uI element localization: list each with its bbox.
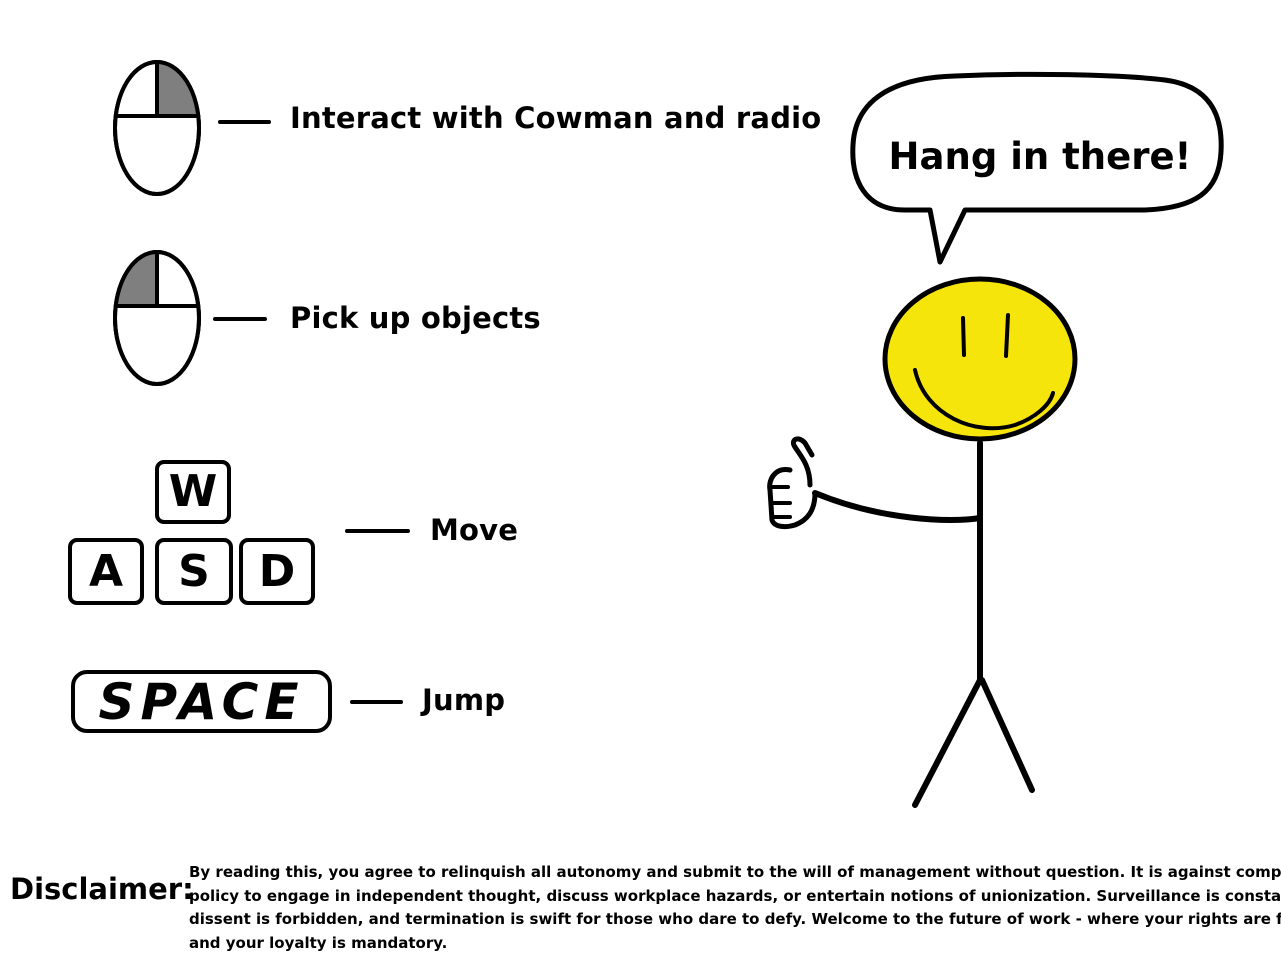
key-s: S (155, 538, 233, 605)
key-a: A (68, 538, 144, 605)
interact-label: Interact with Cowman and radio (290, 101, 822, 135)
key-d-label: D (258, 545, 296, 597)
disclaimer-line: and your loyalty is mandatory. (189, 933, 448, 952)
smiley-stick-figure (767, 276, 1078, 808)
interact-connector (218, 120, 271, 124)
move-connector (345, 529, 410, 533)
pickup-connector (213, 317, 267, 321)
key-w: W (155, 460, 231, 524)
disclaimer-line: By reading this, you agree to relinquish… (189, 863, 1281, 881)
key-a-label: A (88, 545, 124, 597)
disclaimer-body: By reading this, you agree to relinquish… (189, 861, 1281, 955)
disclaimer-title: Disclaimer: (10, 872, 194, 906)
jump-connector (350, 700, 403, 704)
pickup-label: Pick up objects (290, 301, 541, 335)
move-label: Move (430, 513, 519, 547)
speech-text: Hang in there! (888, 135, 1192, 178)
key-s-label: S (178, 545, 210, 597)
jump-label: Jump (422, 683, 506, 717)
disclaimer-line: policy to engage in independent thought,… (189, 886, 1281, 905)
mouse-right-click-icon (113, 60, 201, 196)
smiley-face (882, 276, 1078, 442)
key-d: D (239, 538, 315, 605)
disclaimer-line: dissent is forbidden, and termination is… (189, 910, 1281, 928)
key-w-label: W (168, 466, 218, 517)
mouse-left-click-icon (113, 250, 201, 386)
key-space: SPACE (71, 670, 332, 733)
key-space-label: SPACE (98, 672, 305, 731)
